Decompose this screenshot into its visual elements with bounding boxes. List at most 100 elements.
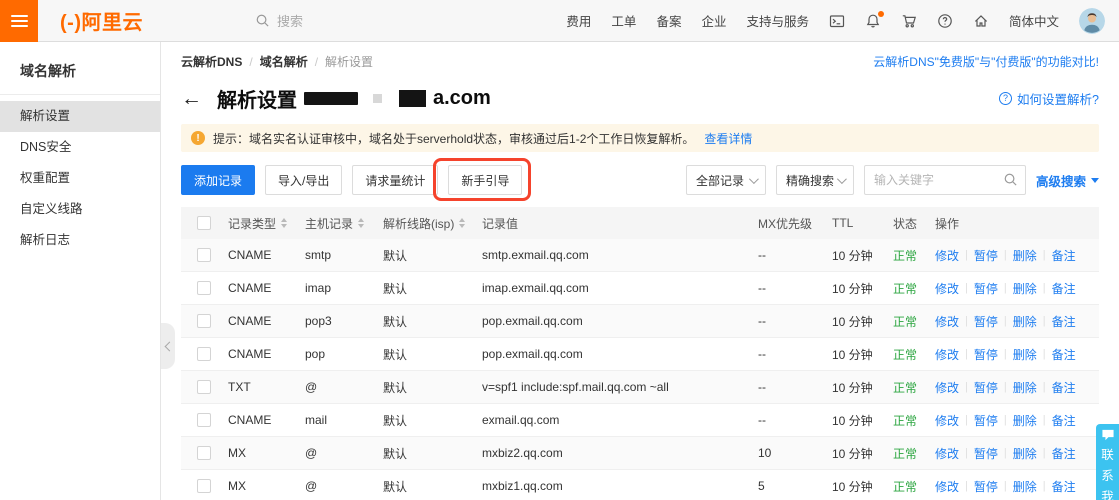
op-pause-link[interactable]: 暂停 (974, 346, 998, 363)
row-checkbox[interactable] (197, 479, 211, 493)
op-pause-link[interactable]: 暂停 (974, 478, 998, 495)
breadcrumb-domain-resolution[interactable]: 域名解析 (260, 53, 308, 70)
nav-icp-filing[interactable]: 备案 (656, 11, 681, 30)
record-value-cell: mxbiz2.qq.com (482, 446, 758, 460)
add-record-button[interactable]: 添加记录 (181, 165, 255, 195)
status-cell: 正常 (893, 445, 935, 462)
nav-fees[interactable]: 费用 (566, 11, 591, 30)
import-export-button[interactable]: 导入/导出 (265, 165, 342, 195)
op-pause-link[interactable]: 暂停 (974, 412, 998, 429)
select-all-checkbox[interactable] (197, 216, 211, 230)
status-cell: 正常 (893, 247, 935, 264)
op-separator (1043, 381, 1046, 393)
breadcrumb-cloud-dns[interactable]: 云解析DNS (181, 53, 242, 70)
row-checkbox[interactable] (197, 413, 211, 427)
request-stats-button[interactable]: 请求量统计 (352, 165, 438, 195)
keyword-input[interactable] (864, 165, 1026, 195)
op-delete-link[interactable]: 删除 (1013, 247, 1037, 264)
op-modify-link[interactable]: 修改 (935, 346, 959, 363)
row-checkbox[interactable] (197, 347, 211, 361)
home-icon[interactable] (973, 13, 989, 29)
advanced-search-link[interactable]: 高级搜索 (1036, 171, 1099, 190)
sidebar-item-dns-security[interactable]: DNS安全 (0, 132, 160, 163)
record-type-cell: CNAME (228, 281, 305, 295)
op-pause-link[interactable]: 暂停 (974, 313, 998, 330)
op-modify-link[interactable]: 修改 (935, 412, 959, 429)
beginner-guide-button[interactable]: 新手引导 (448, 165, 522, 195)
how-to-configure-link[interactable]: 如何设置解析? (999, 89, 1099, 108)
op-modify-link[interactable]: 修改 (935, 379, 959, 396)
sidebar-collapse-handle[interactable] (161, 323, 175, 369)
op-modify-link[interactable]: 修改 (935, 313, 959, 330)
console-terminal-icon[interactable] (829, 13, 845, 29)
back-arrow-icon[interactable]: ← (181, 88, 202, 109)
search-mode-dropdown[interactable]: 精确搜索 (776, 165, 854, 195)
column-header-line-isp[interactable]: 解析线路(isp) (383, 215, 482, 232)
free-vs-paid-compare-link[interactable]: 云解析DNS"免费版"与"付费版"的功能对比! (873, 53, 1099, 70)
op-delete-link[interactable]: 删除 (1013, 313, 1037, 330)
notifications-bell-icon[interactable] (865, 13, 881, 29)
op-delete-link[interactable]: 删除 (1013, 379, 1037, 396)
op-remark-link[interactable]: 备注 (1052, 445, 1076, 462)
op-remark-link[interactable]: 备注 (1052, 280, 1076, 297)
view-details-link[interactable]: 查看详情 (704, 130, 752, 147)
op-delete-link[interactable]: 删除 (1013, 478, 1037, 495)
column-header-record-type[interactable]: 记录类型 (228, 215, 305, 232)
op-modify-link[interactable]: 修改 (935, 445, 959, 462)
row-checkbox[interactable] (197, 248, 211, 262)
host-record-cell: @ (305, 446, 383, 460)
breadcrumb: 云解析DNS / 域名解析 / 解析设置 云解析DNS"免费版"与"付费版"的功… (181, 53, 1099, 70)
hamburger-menu-icon[interactable] (0, 0, 38, 42)
op-pause-link[interactable]: 暂停 (974, 247, 998, 264)
op-delete-link[interactable]: 删除 (1013, 412, 1037, 429)
sidebar-item-resolution-logs[interactable]: 解析日志 (0, 225, 160, 256)
sort-icon[interactable] (358, 218, 364, 228)
search-icon[interactable] (1003, 172, 1018, 187)
op-delete-link[interactable]: 删除 (1013, 346, 1037, 363)
record-value-cell: pop.exmail.qq.com (482, 314, 758, 328)
row-actions-cell: 修改暂停删除备注 (935, 346, 1099, 363)
user-avatar[interactable] (1079, 8, 1105, 34)
op-pause-link[interactable]: 暂停 (974, 445, 998, 462)
cart-icon[interactable] (901, 13, 917, 29)
row-checkbox[interactable] (197, 380, 211, 394)
op-remark-link[interactable]: 备注 (1052, 247, 1076, 264)
nav-enterprise[interactable]: 企业 (701, 11, 726, 30)
op-remark-link[interactable]: 备注 (1052, 379, 1076, 396)
op-modify-link[interactable]: 修改 (935, 247, 959, 264)
op-pause-link[interactable]: 暂停 (974, 379, 998, 396)
record-value-cell: mxbiz1.qq.com (482, 479, 758, 493)
op-delete-link[interactable]: 删除 (1013, 445, 1037, 462)
keyword-search-field (864, 165, 1026, 195)
op-pause-link[interactable]: 暂停 (974, 280, 998, 297)
row-checkbox[interactable] (197, 314, 211, 328)
redacted-domain-bar (399, 90, 426, 107)
sidebar-item-custom-line[interactable]: 自定义线路 (0, 194, 160, 225)
breadcrumb-separator: / (249, 55, 252, 69)
sidebar-item-resolution-settings[interactable]: 解析设置 (0, 101, 160, 132)
op-remark-link[interactable]: 备注 (1052, 412, 1076, 429)
column-label: MX优先级 (758, 215, 812, 232)
help-icon[interactable] (937, 13, 953, 29)
status-cell: 正常 (893, 313, 935, 330)
contact-us-widget[interactable]: 联系我们 (1096, 424, 1119, 500)
language-switch[interactable]: 简体中文 (1009, 11, 1059, 30)
nav-work-orders[interactable]: 工单 (611, 11, 636, 30)
row-checkbox[interactable] (197, 281, 211, 295)
op-modify-link[interactable]: 修改 (935, 478, 959, 495)
sort-icon[interactable] (459, 218, 465, 228)
row-checkbox[interactable] (197, 446, 211, 460)
sidebar-item-weight-config[interactable]: 权重配置 (0, 163, 160, 194)
global-search[interactable]: 搜索 (255, 11, 303, 30)
op-remark-link[interactable]: 备注 (1052, 346, 1076, 363)
op-remark-link[interactable]: 备注 (1052, 313, 1076, 330)
op-separator (1004, 414, 1007, 426)
column-header-host-record[interactable]: 主机记录 (305, 215, 383, 232)
sort-icon[interactable] (281, 218, 287, 228)
op-separator (1043, 480, 1046, 492)
op-delete-link[interactable]: 删除 (1013, 280, 1037, 297)
op-remark-link[interactable]: 备注 (1052, 478, 1076, 495)
op-modify-link[interactable]: 修改 (935, 280, 959, 297)
record-filter-dropdown[interactable]: 全部记录 (686, 165, 766, 195)
nav-support-services[interactable]: 支持与服务 (746, 11, 809, 30)
